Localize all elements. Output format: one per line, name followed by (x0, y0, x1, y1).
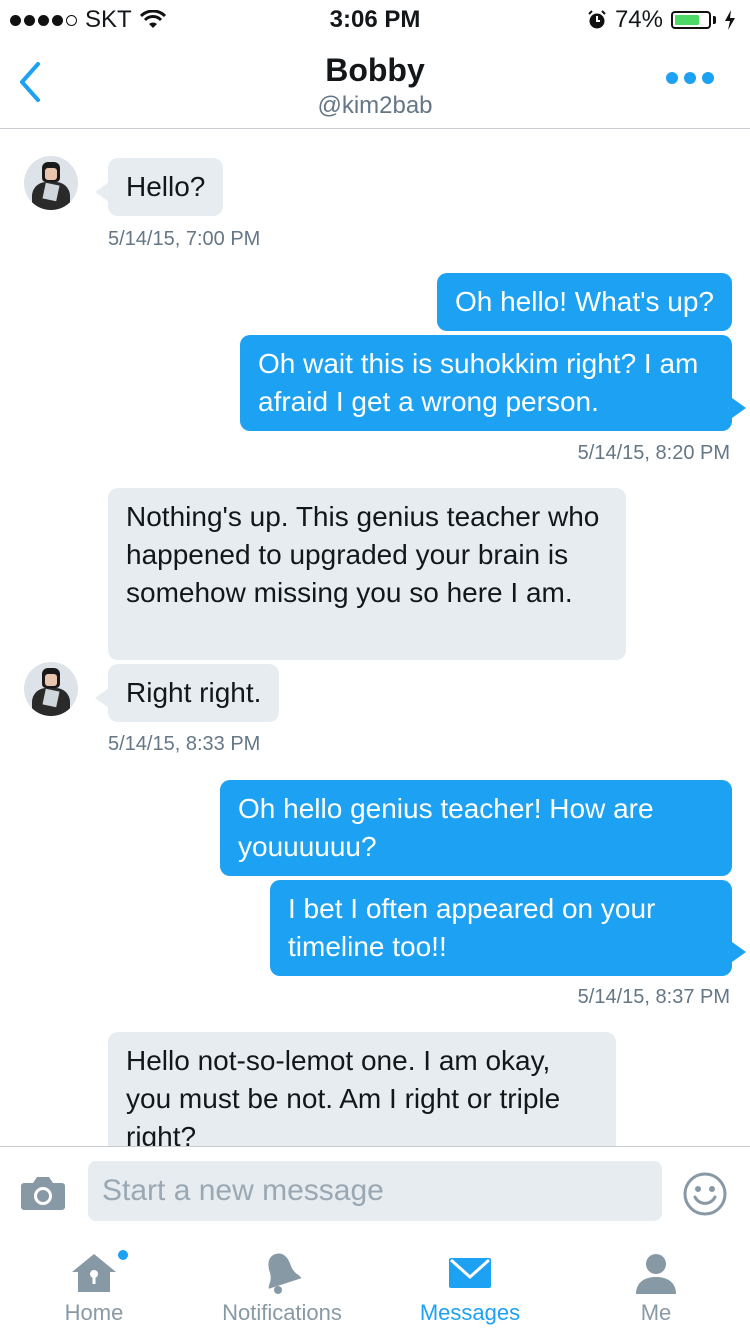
bubble-tail (95, 182, 109, 202)
bubble-tail (732, 398, 746, 418)
bubble-tail (732, 942, 746, 962)
charging-bolt-icon (725, 10, 735, 30)
person-icon (636, 1254, 676, 1294)
conversation-header: Bobby @kim2bab (0, 40, 750, 129)
message-timestamp: 5/14/15, 8:33 PM (108, 733, 261, 755)
contact-handle: @kim2bab (317, 92, 433, 119)
message-bubble-incoming[interactable]: Right right. (108, 664, 280, 722)
envelope-icon (449, 1258, 491, 1288)
smiley-icon (683, 1172, 727, 1216)
message-timestamp: 5/14/15, 8:20 PM (577, 442, 730, 464)
home-icon (72, 1254, 116, 1292)
avatar[interactable] (24, 662, 78, 716)
contact-name[interactable]: Bobby (0, 52, 750, 89)
alarm-icon (588, 10, 606, 29)
more-options-icon[interactable] (666, 72, 714, 84)
tab-label: Notifications (222, 1300, 342, 1325)
status-bar: SKT 3:06 PM 74% (0, 0, 750, 40)
bubble-tail (95, 688, 109, 708)
tab-bar: Home Notifications Messages Me (0, 1238, 750, 1334)
new-activity-badge (118, 1250, 128, 1260)
camera-button[interactable] (20, 1175, 66, 1211)
message-bubble-outgoing[interactable]: I bet I often appeared on your timeline … (270, 880, 732, 976)
message-thread[interactable]: Hello? 5/14/15, 7:00 PM Oh hello! What's… (0, 128, 750, 1146)
emoji-button[interactable] (682, 1171, 728, 1217)
tab-label: Me (640, 1300, 672, 1325)
message-bubble-outgoing[interactable]: Oh hello! What's up? (436, 273, 732, 331)
battery-tip (713, 16, 716, 24)
tab-home[interactable]: Home (24, 1238, 164, 1334)
message-bubble-outgoing[interactable]: Oh wait this is suhokkim right? I am afr… (240, 335, 732, 431)
avatar[interactable] (24, 156, 78, 210)
message-bubble-incoming[interactable]: Hello? (108, 158, 224, 216)
tab-notifications[interactable]: Notifications (200, 1238, 364, 1334)
message-bubble-incoming[interactable]: Nothing's up. This genius teacher who ha… (108, 488, 626, 660)
battery-icon (671, 11, 711, 29)
tab-label: Messages (419, 1300, 521, 1325)
message-bubble-outgoing[interactable]: Oh hello genius teacher! How are youuuuu… (220, 780, 732, 876)
message-bubble-incoming[interactable]: Hello not-so-lemot one. I am okay, you m… (108, 1032, 616, 1146)
message-composer (0, 1146, 750, 1239)
battery-percent: 74% (614, 6, 663, 33)
tab-me[interactable]: Me (596, 1238, 716, 1334)
camera-icon (21, 1177, 65, 1210)
message-timestamp: 5/14/15, 7:00 PM (108, 228, 261, 250)
tab-label: Home (64, 1300, 124, 1325)
message-input[interactable] (88, 1161, 662, 1221)
bell-icon (268, 1253, 302, 1294)
status-right: 74% (587, 6, 736, 34)
tab-messages[interactable]: Messages (400, 1238, 540, 1334)
message-timestamp: 5/14/15, 8:37 PM (577, 986, 730, 1008)
